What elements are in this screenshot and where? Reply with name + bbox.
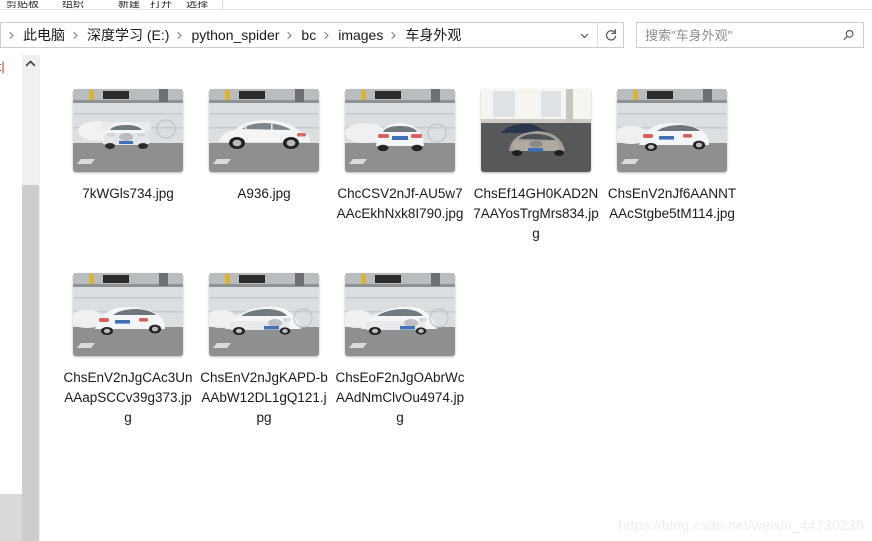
file-name-label: A936.jpg <box>237 186 291 201</box>
file-name-label: ChsEnV2nJgKAPD-bAAbW12DL1gQ121.jpg <box>200 370 328 425</box>
refresh-button[interactable] <box>597 23 623 47</box>
ribbon-separator <box>222 0 223 9</box>
file-thumbnail[interactable] <box>72 272 184 357</box>
car-side-white-wall-image <box>209 89 319 172</box>
search-icon <box>843 29 854 40</box>
file-item[interactable]: ChsEnV2nJgKAPD-bAAbW12DL1gQ121.jpg <box>196 272 332 428</box>
nav-selection-block <box>0 494 22 541</box>
file-thumbnail[interactable] <box>72 88 184 173</box>
file-thumbnail[interactable] <box>480 88 592 173</box>
breadcrumb-separator-icon <box>320 31 334 40</box>
file-grid: 7kWGls734.jpg A936.jpg ChcCSV2nJf-AU5w7AAc… <box>60 88 872 456</box>
file-item[interactable]: ChsEnV2nJgCAc3UnAAapSCCv39g373.jpg <box>60 272 196 428</box>
file-name-label: ChsEoF2nJgOAbrWcAAdNmClvOu4974.jpg <box>335 370 465 425</box>
car-showroom-silver-image <box>481 89 591 172</box>
breadcrumb-separator-icon <box>387 31 401 40</box>
breadcrumb-item-2[interactable]: 深度学习 (E:) <box>83 23 173 47</box>
ribbon-strip: 剪贴板 组织 新建 打开 选择 <box>0 0 872 9</box>
file-thumbnail[interactable] <box>344 272 456 357</box>
car-front-quarter-white-wall-image <box>345 273 455 356</box>
breadcrumb-bar[interactable]: 此电脑 深度学习 (E:) python_spider bc images 车身外观 <box>0 22 624 48</box>
file-thumbnail[interactable] <box>208 272 320 357</box>
scrollbar-thumb[interactable] <box>22 185 39 541</box>
watermark: https://blog.csdn.net/weixin_44730235 <box>618 517 864 533</box>
search-input[interactable] <box>637 27 833 43</box>
car-front-white-wall-image <box>73 89 183 172</box>
ribbon-group-label[interactable]: 新建 <box>118 1 140 8</box>
ribbon-group-label[interactable]: 剪贴板 <box>6 1 39 8</box>
breadcrumb: 此电脑 深度学习 (E:) python_spider bc images 车身外观 <box>1 23 571 47</box>
breadcrumb-separator-icon <box>69 31 83 40</box>
ribbon-group-label[interactable]: 打开 <box>150 1 172 8</box>
history-dropdown-button[interactable] <box>571 23 597 47</box>
ribbon-group-label[interactable]: 选择 <box>186 1 208 8</box>
file-list-view[interactable]: 7kWGls734.jpg A936.jpg ChcCSV2nJf-AU5w7AAc… <box>44 55 872 541</box>
file-thumbnail[interactable] <box>616 88 728 173</box>
navigation-pane-scrollbar[interactable] <box>22 55 39 541</box>
car-front-quarter-white-wall-image <box>209 273 319 356</box>
ribbon-group-label[interactable]: 组织 <box>62 1 84 8</box>
breadcrumb-separator-icon <box>5 31 19 40</box>
nav-item-fragment[interactable]: ect| <box>0 59 5 74</box>
breadcrumb-item-5[interactable]: images <box>334 25 387 45</box>
breadcrumb-item-3[interactable]: python_spider <box>187 25 283 45</box>
file-item[interactable]: ChsEf14GH0KAD2N7AAYosTrgMrs834.jpg <box>468 88 604 244</box>
file-name-label: 7kWGls734.jpg <box>82 186 174 201</box>
file-item[interactable]: A936.jpg <box>196 88 332 244</box>
file-item[interactable]: ChsEoF2nJgOAbrWcAAdNmClvOu4974.jpg <box>332 272 468 428</box>
file-name-label: ChsEnV2nJf6AANNTAAcStgbe5tM114.jpg <box>607 186 737 221</box>
breadcrumb-item-1[interactable]: 此电脑 <box>19 23 69 47</box>
car-rear-quarter-white-wall-image <box>617 89 727 172</box>
refresh-icon <box>605 29 616 41</box>
chevron-up-icon <box>25 60 36 67</box>
file-name-label: ChsEnV2nJgCAc3UnAAapSCCv39g373.jpg <box>63 370 193 425</box>
file-item[interactable]: 7kWGls734.jpg <box>60 88 196 244</box>
scrollbar-up-button[interactable] <box>22 55 39 72</box>
file-item[interactable]: ChcCSV2nJf-AU5w7AAcEkhNxk8I790.jpg <box>332 88 468 244</box>
file-name-label: ChcCSV2nJf-AU5w7AAcEkhNxk8I790.jpg <box>336 186 464 221</box>
car-rear-quarter-white-wall-image <box>73 273 183 356</box>
breadcrumb-separator-icon <box>283 31 297 40</box>
search-box[interactable] <box>636 22 864 48</box>
file-item[interactable]: ChsEnV2nJf6AANNTAAcStgbe5tM114.jpg <box>604 88 740 244</box>
search-button[interactable] <box>833 23 863 47</box>
navigation-pane[interactable]: ect| <box>0 55 22 541</box>
file-name-label: ChsEf14GH0KAD2N7AAYosTrgMrs834.jpg <box>473 186 599 241</box>
file-thumbnail[interactable] <box>344 88 456 173</box>
address-bar: 此电脑 深度学习 (E:) python_spider bc images 车身外观 <box>0 9 872 55</box>
chevron-down-icon <box>580 33 588 38</box>
breadcrumb-item-4[interactable]: bc <box>297 25 320 45</box>
file-thumbnail[interactable] <box>208 88 320 173</box>
breadcrumb-separator-icon <box>173 31 187 40</box>
breadcrumb-item-6[interactable]: 车身外观 <box>401 23 465 47</box>
car-rear-white-wall-image <box>345 89 455 172</box>
